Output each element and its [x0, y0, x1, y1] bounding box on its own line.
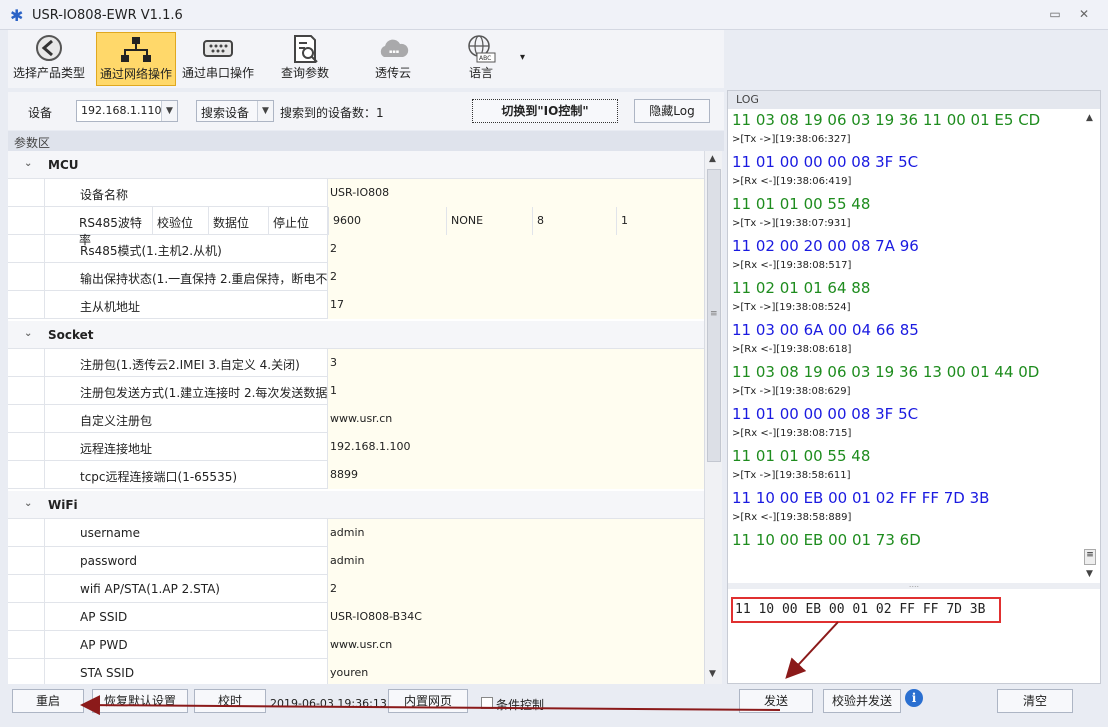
annotation-arrow [80, 695, 781, 716]
annotation-arrows [80, 621, 839, 716]
annotation-arrow [785, 621, 839, 679]
